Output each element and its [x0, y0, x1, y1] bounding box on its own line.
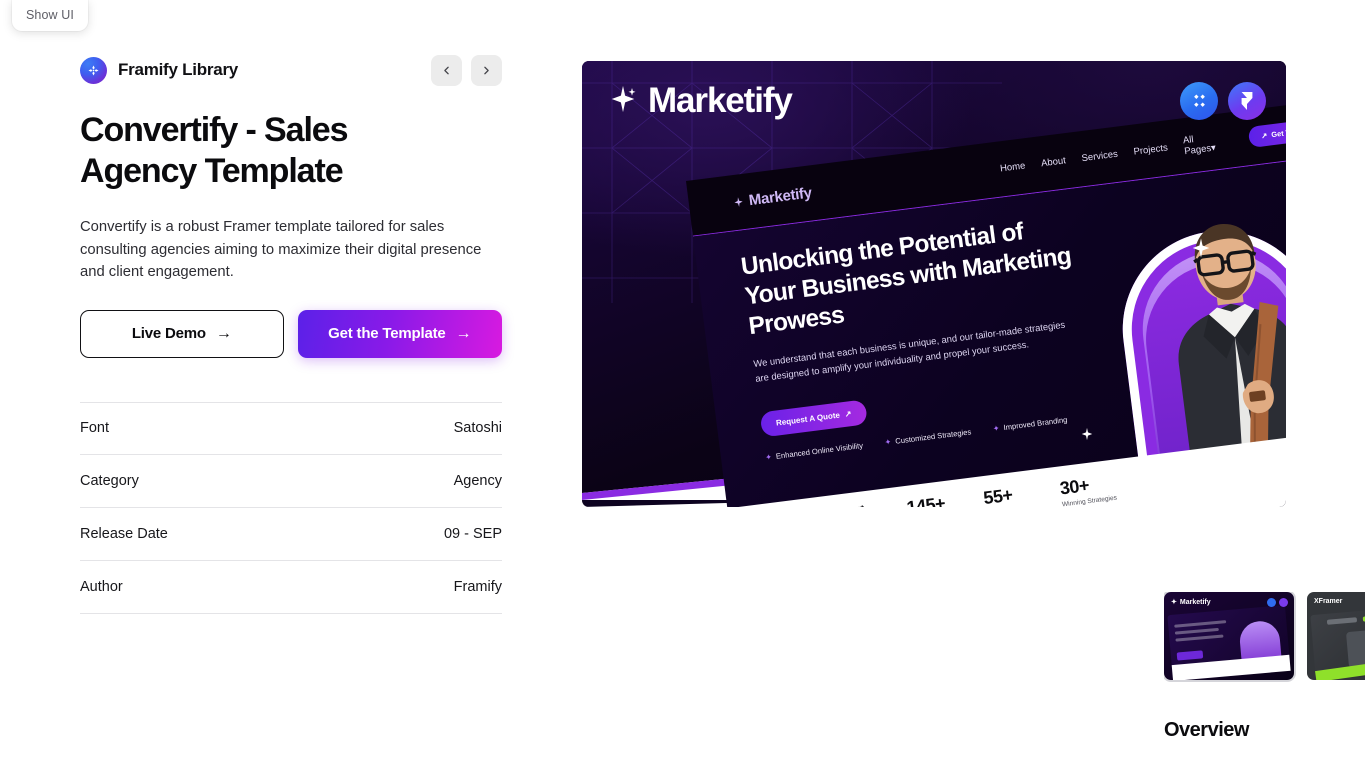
- thumbnail-label: XFramer: [1314, 598, 1343, 605]
- thumbnail-badges: [1267, 598, 1288, 607]
- template-description: Convertify is a robust Framer template t…: [80, 219, 482, 280]
- overview-title: Overview: [1164, 719, 1249, 741]
- template-detail-sidebar: Framify Library Convertify - Sales Agenc…: [80, 52, 502, 614]
- get-template-label: Get the Template: [328, 325, 446, 342]
- framer-badge-icon[interactable]: [1228, 82, 1266, 120]
- live-demo-label: Live Demo: [131, 325, 206, 342]
- meta-key: Author: [80, 578, 123, 595]
- thumbnail-art: [1310, 604, 1365, 680]
- hero-brand-text: Marketify: [648, 81, 793, 120]
- meta-key: Font: [80, 420, 110, 436]
- brand-name: Framify Library: [118, 60, 239, 79]
- framify-logo-icon: [80, 56, 107, 84]
- feature-tag: ✦ Enhanced Online Visibility: [764, 440, 864, 463]
- stat-item: 145+ Projects Done: [905, 493, 950, 507]
- hero-preview-image[interactable]: Marketify Marketify Home About Services …: [582, 61, 1286, 507]
- mock-logo: Marketify: [732, 184, 813, 211]
- meta-key: Release Date: [80, 525, 168, 542]
- arrow-right-icon: →: [455, 324, 472, 342]
- sparkle-icon: [608, 84, 638, 119]
- sparkle-icon: ✦: [1171, 599, 1177, 606]
- table-row: Category Agency: [80, 455, 502, 508]
- mock-nav-item[interactable]: All Pages▾: [1182, 130, 1223, 157]
- meta-key: Category: [80, 472, 139, 489]
- arrow-up-right-icon: ↗: [844, 409, 853, 419]
- table-row: Release Date 09 - SEP: [80, 508, 502, 561]
- list-item[interactable]: XFramer: [1307, 592, 1365, 680]
- template-preview-column: Marketify Marketify Home About Services …: [582, 61, 1365, 741]
- template-pager: [431, 54, 502, 86]
- sparkle-icon: [1190, 237, 1212, 264]
- hero-badges: [1180, 82, 1266, 120]
- thumbnail-strip: ✦ Marketify XFramer: [1164, 592, 1365, 682]
- stats-lead-text: of our clients report: [775, 503, 872, 507]
- list-item[interactable]: ✦ Marketify: [1164, 592, 1294, 680]
- thumbnail-label: ✦ Marketify: [1171, 598, 1211, 607]
- mock-nav-item[interactable]: About: [1040, 155, 1066, 169]
- thumbnail-art: [1167, 604, 1291, 680]
- meta-value: 09 - SEP: [443, 525, 502, 542]
- stat-value: 55+: [982, 484, 1014, 507]
- mock-nav-item[interactable]: Home: [999, 160, 1026, 174]
- next-template-button[interactable]: [471, 54, 502, 86]
- mock-logo-text: Marketify: [747, 184, 813, 210]
- template-meta-table: Font Satoshi Category Agency Release Dat…: [80, 401, 502, 614]
- arrow-up-right-icon: ↗: [1260, 130, 1268, 141]
- stat-value: 145+: [905, 493, 947, 507]
- hero-brandmark: Marketify: [608, 81, 793, 121]
- arrow-right-icon: →: [215, 324, 232, 342]
- meta-value: Satoshi: [453, 420, 502, 436]
- table-row: Font Satoshi: [80, 401, 502, 455]
- page-title: Convertify - Sales Agency Template: [80, 111, 349, 190]
- feature-tag: ✦ Improved Branding: [992, 415, 1068, 434]
- diamonds-badge-icon: [1267, 598, 1276, 607]
- mock-request-quote-button[interactable]: Request A Quote ↗: [759, 399, 868, 438]
- table-row: Author Framify: [80, 561, 502, 614]
- stat-item: 30+ Winning Strategies: [1059, 472, 1118, 507]
- sparkle-icon: [1080, 427, 1094, 446]
- stat-item: 55+ Happy Clients: [982, 483, 1026, 507]
- sparkle-icon: ✦: [992, 423, 1001, 434]
- framer-badge-icon: [1279, 598, 1288, 607]
- mock-nav-cta-label: Get The Template: [1270, 123, 1286, 140]
- show-ui-button[interactable]: Show UI: [12, 0, 88, 31]
- get-template-button[interactable]: Get the Template →: [297, 309, 502, 358]
- diamonds-badge-icon[interactable]: [1180, 82, 1218, 120]
- cta-row: Live Demo → Get the Template →: [80, 309, 502, 358]
- mock-nav-item[interactable]: Projects: [1133, 142, 1168, 157]
- live-demo-button[interactable]: Live Demo →: [80, 309, 284, 358]
- sparkle-icon: ✦: [884, 437, 892, 448]
- mock-nav-item[interactable]: Services: [1081, 149, 1119, 164]
- mock-cta-label: Request A Quote: [775, 410, 841, 428]
- mock-nav-cta-button[interactable]: ↗ Get The Template: [1248, 115, 1286, 148]
- meta-value: Framify: [453, 578, 502, 595]
- sparkle-icon: ✦: [764, 452, 773, 463]
- meta-value: Agency: [453, 472, 502, 489]
- brand-left: Framify Library: [80, 56, 239, 84]
- brand-row: Framify Library: [80, 52, 502, 88]
- prev-template-button[interactable]: [431, 54, 462, 86]
- overview-section: Overview Convertify is a robust Framer t…: [1164, 719, 1365, 760]
- feature-tag: ✦ Customized Strategies: [884, 427, 972, 448]
- chevron-down-icon: ▾: [1210, 141, 1217, 154]
